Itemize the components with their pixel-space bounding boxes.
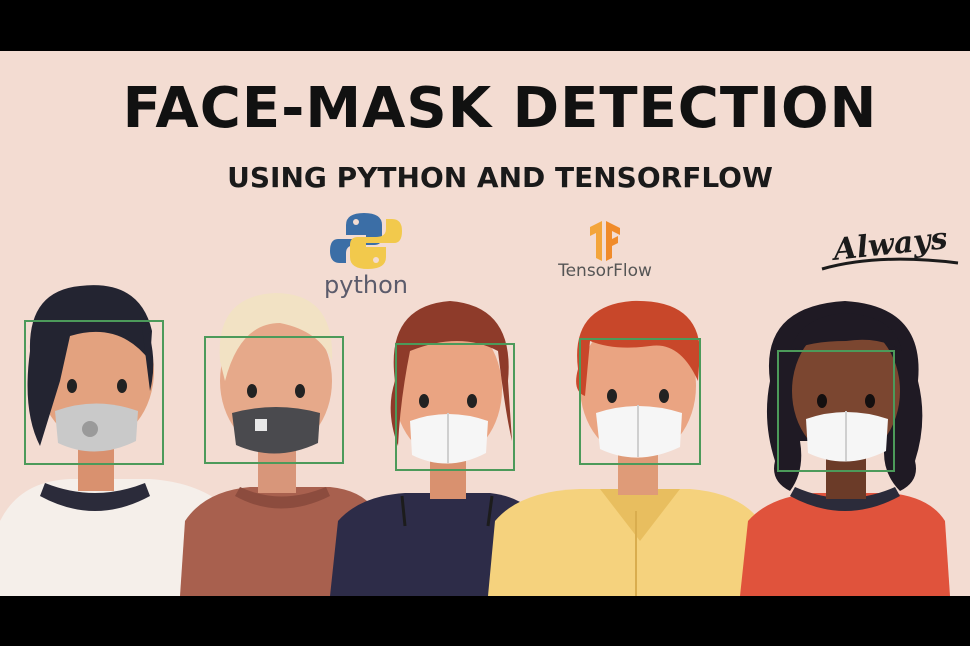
tensorflow-logo-icon xyxy=(590,221,620,261)
python-logo-label: python xyxy=(324,271,408,299)
tensorflow-logo-label: TensorFlow xyxy=(558,261,652,281)
letterbox-bottom xyxy=(0,596,970,646)
person-4 xyxy=(488,300,770,596)
always-logo: Always xyxy=(818,221,963,283)
video-frame: FACE-MASK DETECTION USING PYTHON AND TEN… xyxy=(0,0,970,646)
letterbox-top xyxy=(0,0,970,51)
thumbnail-banner: FACE-MASK DETECTION USING PYTHON AND TEN… xyxy=(0,51,970,596)
person-5 xyxy=(740,301,950,596)
python-logo-icon xyxy=(330,213,402,269)
python-logo: python xyxy=(316,209,416,304)
tensorflow-logo: TensorFlow xyxy=(540,221,670,291)
banner-title: FACE-MASK DETECTION xyxy=(122,76,878,141)
banner-subtitle: USING PYTHON AND TENSORFLOW xyxy=(227,161,773,194)
always-logo-icon xyxy=(821,257,959,271)
